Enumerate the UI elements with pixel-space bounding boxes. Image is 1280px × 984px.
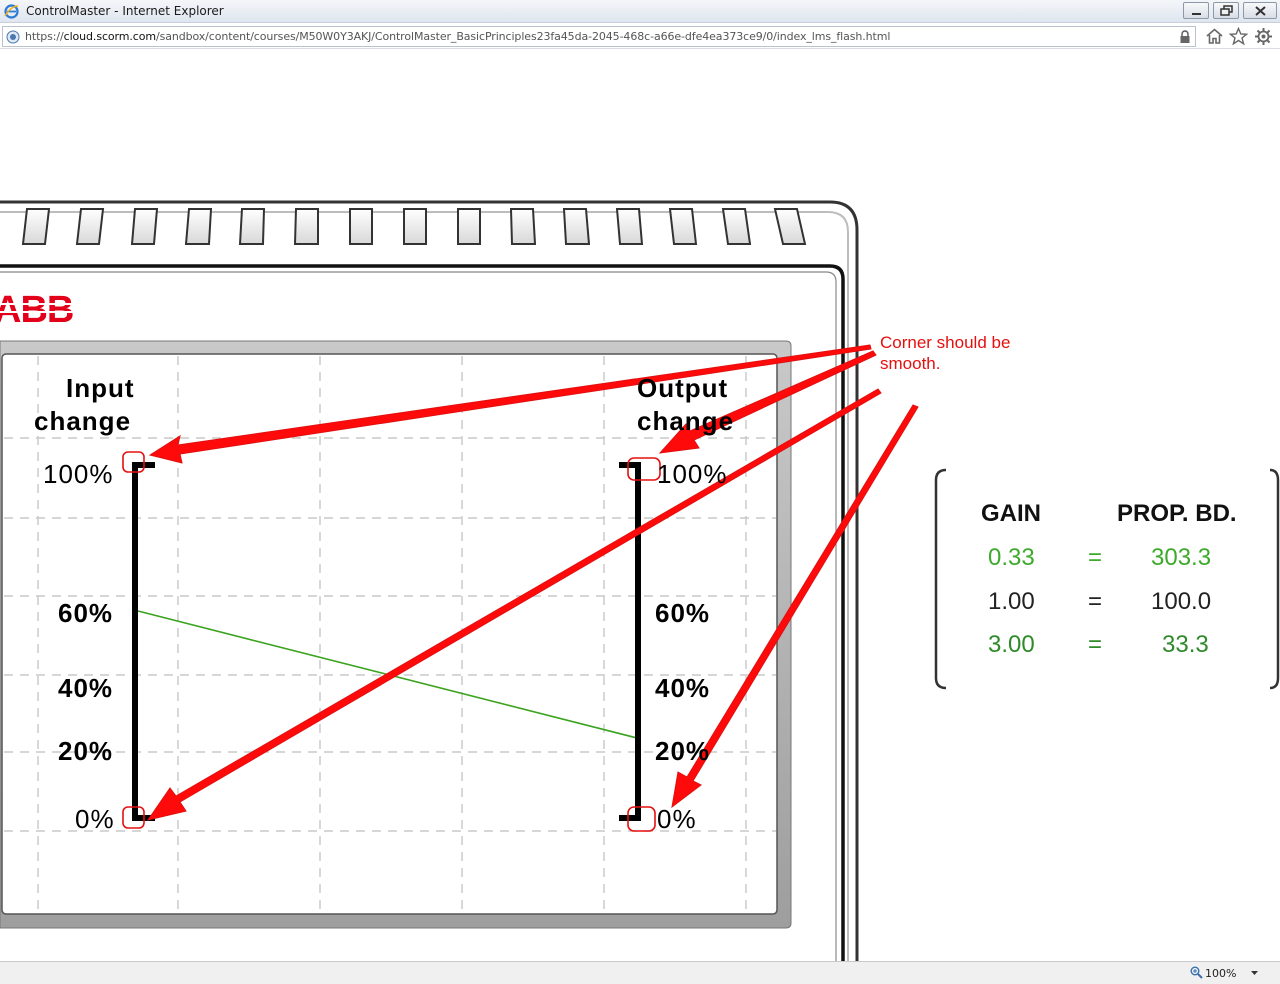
url-field[interactable]: https://cloud.scorm.com/sandbox/content/… [2,26,1196,47]
input-heading-line2: change [34,406,132,436]
close-icon [1255,6,1266,16]
site-icon [6,30,20,44]
minimize-icon [1192,13,1201,15]
url-prefix: https:// [25,30,64,43]
svg-text:ABB: ABB [0,289,73,331]
home-icon[interactable] [1205,27,1224,46]
gain-row-1-gain: 0.33 [988,544,1035,571]
input-scale-40: 40% [58,673,114,703]
controller-device-illustration: ABB [0,200,1280,961]
close-button[interactable] [1243,2,1277,19]
output-scale-40: 40% [655,673,711,703]
ie-logo-icon [4,4,19,19]
title-bar: ControlMaster - Internet Explorer [0,0,1280,23]
status-bar: 100% [0,961,1280,984]
annotation-note: Corner should be smooth. [880,332,1010,374]
gain-row-3-gain: 3.00 [988,631,1035,658]
output-scale-60: 60% [655,598,711,628]
vent-slots [21,208,807,245]
input-scale-0: 0% [75,804,115,834]
zoom-level[interactable]: 100% [1205,967,1236,980]
gain-row-3-prop-band: 33.3 [1162,631,1209,658]
gain-row-2-prop-band: 100.0 [1151,588,1212,615]
maximize-button[interactable] [1213,2,1239,19]
input-scale-60: 60% [58,598,114,628]
output-scale-20: 20% [655,736,711,766]
url-host: cloud.scorm.com [63,30,156,43]
gain-row-1-prop-band: 303.3 [1151,544,1212,571]
zoom-icon[interactable] [1190,966,1203,979]
gear-icon[interactable] [1254,27,1273,46]
maximize-icon [1220,5,1233,16]
gain-column-header: GAIN [981,500,1041,527]
abb-logo: ABB [0,289,75,331]
page-content: ABB Input change Output change 100% 60% … [0,50,1280,961]
minimize-button[interactable] [1183,2,1209,19]
gain-row-2-gain: 1.00 [988,588,1035,615]
chevron-down-icon[interactable] [1250,968,1259,977]
output-heading-line1: Output [637,373,729,403]
output-scale-0: 0% [657,804,697,834]
gain-row-2-equals: = [1088,588,1103,615]
annotation-note-line2: smooth. [880,354,941,373]
input-scale-100: 100% [43,459,114,489]
gain-row-3-equals: = [1088,631,1103,658]
lock-icon[interactable] [1179,30,1191,44]
output-scale-100: 100% [657,459,728,489]
gain-row-1-equals: = [1088,544,1103,571]
star-icon[interactable] [1229,27,1248,46]
url-text: https://cloud.scorm.com/sandbox/content/… [25,30,890,43]
prop-band-column-header: PROP. BD. [1117,500,1237,527]
input-heading-line1: Input [66,373,135,403]
window-title: ControlMaster - Internet Explorer [26,4,224,18]
input-scale-20: 20% [58,736,114,766]
annotation-note-line1: Corner should be [880,333,1011,352]
url-path: /sandbox/content/courses/M50W0Y3AKJ/Cont… [155,30,891,43]
address-bar: https://cloud.scorm.com/sandbox/content/… [0,24,1280,49]
output-heading-line2: change [637,406,735,436]
